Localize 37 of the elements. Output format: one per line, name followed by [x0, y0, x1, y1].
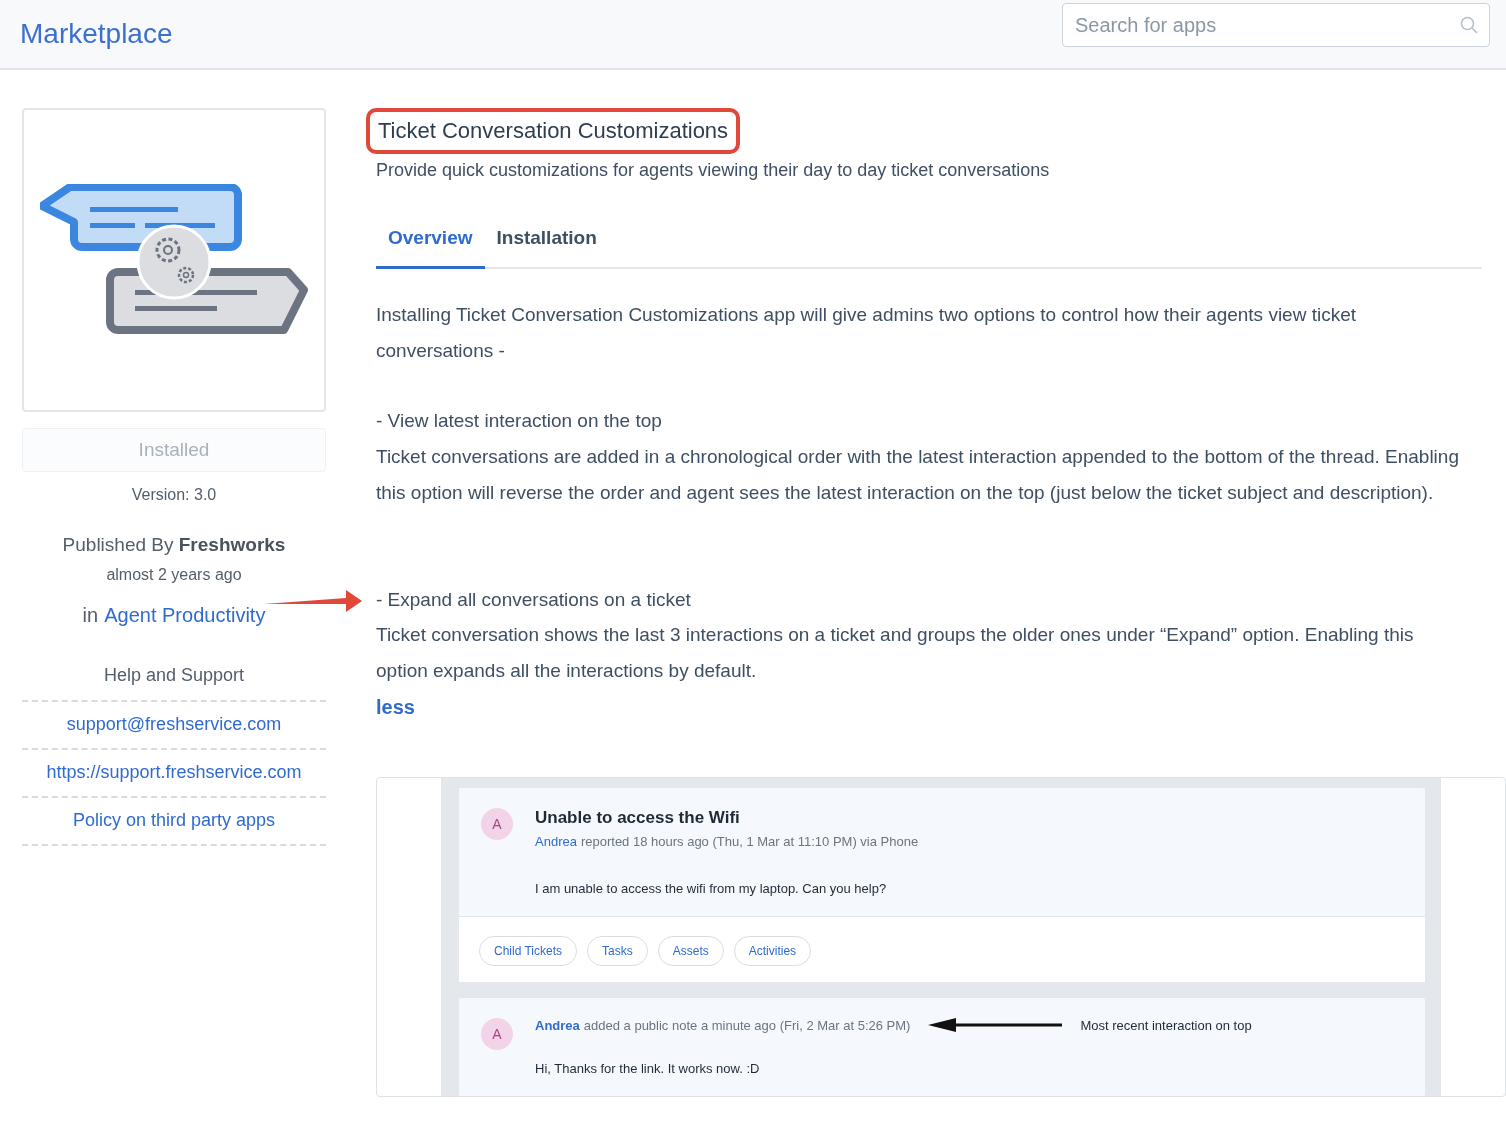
note-body: Hi, Thanks for the link. It works now. :D [535, 1060, 761, 1076]
publisher-text: Published By Freshworks [62, 534, 286, 556]
support-link[interactable]: Policy on third party apps [72, 810, 276, 831]
annotation-text: Most recent interaction on top [1080, 1017, 1252, 1033]
search-icon [1460, 16, 1478, 34]
category-link[interactable]: Agent Productivity [104, 604, 266, 627]
support-link[interactable]: https://support.freshservice.com [46, 762, 302, 783]
help-heading: Help and Support [103, 665, 245, 687]
avatar: A [481, 1017, 513, 1050]
page-title: Marketplace [20, 18, 173, 50]
less-link[interactable]: less [376, 688, 415, 725]
tab-pill[interactable]: Assets [657, 935, 724, 966]
app-title: Ticket Conversation Customizations [366, 108, 741, 154]
description-text: - View latest interaction on the top [376, 410, 662, 432]
ticket-title: Unable to access the Wifi [535, 807, 741, 828]
description-text: Installing Ticket Conversation Customizations app will give admins two options to control how their agents view ticket conversations - [376, 304, 1357, 361]
published-time: almost 2 years ago [106, 566, 242, 584]
app-subtitle: Provide quick customizations for agents viewing their day to day ticket conversations [376, 160, 1051, 181]
category-prefix: in [82, 604, 99, 627]
author-link[interactable]: Andrea [535, 833, 577, 849]
tab-pill[interactable]: Tasks [587, 935, 648, 966]
ticket-body: I am unable to access the wifi from my laptop. Can you help? [535, 880, 888, 896]
search-field[interactable]: Search for apps [1062, 3, 1490, 47]
support-link[interactable]: support@freshservice.com [66, 714, 282, 735]
tab-pill[interactable]: Child Tickets [479, 935, 578, 966]
tab[interactable]: Overview [376, 217, 485, 269]
author-link[interactable]: Andrea [535, 1017, 580, 1033]
version-text: Version: 3.0 [131, 486, 217, 504]
annotation-arrow-icon [928, 1018, 1063, 1033]
tab-pill[interactable]: Activities [733, 935, 812, 966]
tab[interactable]: Installation [484, 217, 609, 269]
description-text: Ticket conversation shows the last 3 interactions on a ticket and groups the older ones under “Expand” option. Enabling this option expands all the interactions by default. [376, 624, 1414, 681]
description-text: Ticket conversations are added in a chronological order with the latest interaction appended to the bottom of the thread. Enabling this option will reverse the order and agent sees the latest interaction on the top (just below the ticket subject and description). [376, 446, 1459, 503]
note-meta: added a public note a minute ago (Fri, 2 Mar at 5:26 PM) [583, 1017, 911, 1033]
ticket-meta: reported 18 hours ago (Thu, 1 Mar at 11:10 PM) via Phone [580, 833, 919, 849]
description-text: - Expand all conversations on a ticket [376, 588, 691, 610]
avatar: A [481, 807, 513, 840]
